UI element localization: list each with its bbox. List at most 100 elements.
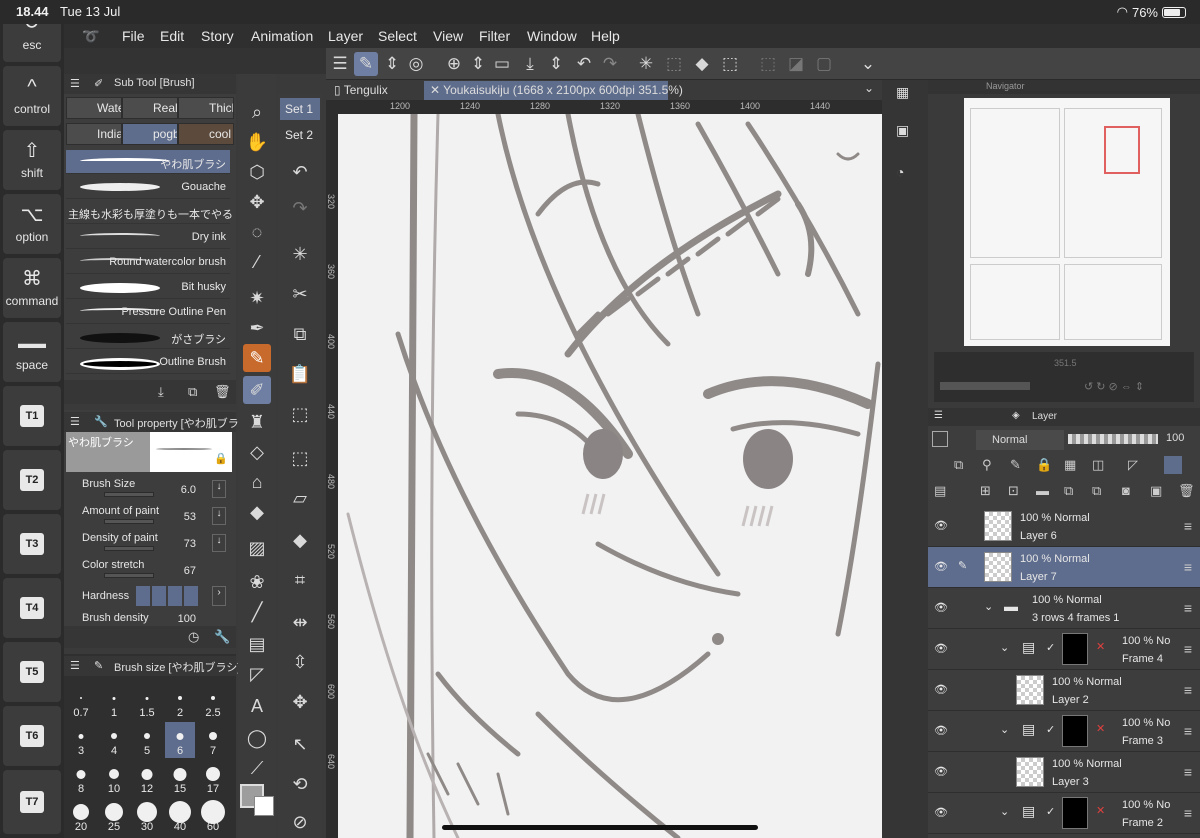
open-folder-icon[interactable]: ▭ <box>490 52 514 76</box>
new-raster-icon[interactable]: ⊞ <box>980 483 991 499</box>
correct-line-icon[interactable]: ⟋ <box>243 754 271 782</box>
panel-toggle-icon[interactable]: ▦ <box>896 84 909 101</box>
new-folder-icon[interactable]: ▬ <box>1036 483 1049 498</box>
layer-row[interactable]: 👁 100 % Normal Layer 6 ≡ <box>928 506 1200 547</box>
selection-border-icon[interactable]: ▢ <box>812 52 836 76</box>
prop-slider[interactable] <box>104 546 154 551</box>
undo-icon[interactable]: ↶ <box>572 52 596 76</box>
amount-of-paint-row[interactable]: Amount of paint 53 ↓ <box>66 503 230 529</box>
download-icon[interactable]: ↓ <box>212 507 226 525</box>
apply-mask-icon[interactable]: ▣ <box>1150 483 1162 499</box>
redo-icon[interactable]: ↷ <box>286 194 314 222</box>
brush-size-option[interactable]: 1 <box>99 684 129 720</box>
eye-icon[interactable]: 👁 <box>934 560 948 574</box>
pencil-icon[interactable]: ✎ <box>243 344 271 372</box>
rotate-icon[interactable]: ⟲ <box>286 770 314 798</box>
prop-slider[interactable] <box>104 492 154 497</box>
t2-key[interactable]: T2 <box>3 450 61 510</box>
menu-window[interactable]: Window <box>527 28 577 44</box>
duplicate-icon[interactable]: ⧉ <box>188 384 197 400</box>
pen-select-icon[interactable]: ✎ <box>354 52 378 76</box>
hamburger-menu-icon[interactable]: ☰ <box>328 52 352 76</box>
text-icon[interactable]: A <box>243 692 271 720</box>
hardness-selector[interactable] <box>136 586 198 606</box>
eye-icon[interactable]: 👁 <box>934 519 948 533</box>
brush-item[interactable]: Bit husky <box>66 275 230 299</box>
opacity-slider[interactable] <box>1068 434 1158 444</box>
transform-icon[interactable]: ⬚ <box>718 52 742 76</box>
chevron-updown-icon[interactable]: ⇕ <box>380 52 404 76</box>
drag-handle-icon[interactable]: ≡ <box>1184 559 1192 575</box>
eye-icon[interactable]: 👁 <box>934 724 948 738</box>
drag-handle-icon[interactable]: ≡ <box>1184 641 1192 657</box>
t7-key[interactable]: T7 <box>3 770 61 834</box>
new-file-icon[interactable]: ⊕ <box>442 52 466 76</box>
tab-youkaisukiju[interactable]: ✕ Youkaisukiju (1668 x 2100px 600dpi 351… <box>424 81 683 100</box>
transfer-down-icon[interactable]: ⧉ <box>1064 483 1073 499</box>
download-icon[interactable]: ↓ <box>212 480 226 498</box>
menu-animation[interactable]: Animation <box>251 28 313 44</box>
fill-icon[interactable]: ◆ <box>243 498 271 526</box>
trash-icon[interactable]: 🗑 <box>214 384 231 400</box>
brush-size-option[interactable]: 7 <box>198 722 228 758</box>
brush-size-option[interactable]: 40 <box>165 798 195 834</box>
prop-value[interactable]: 6.0 <box>181 484 196 496</box>
brush-density-row[interactable]: Brush density 100 <box>66 610 230 626</box>
chevron-down-icon[interactable]: ⌄ <box>1000 805 1009 818</box>
line-icon[interactable]: ╱ <box>243 598 271 626</box>
drag-handle-icon[interactable]: ≡ <box>1184 723 1192 739</box>
chevron-updown-icon-2[interactable]: ⇕ <box>466 52 490 76</box>
drag-handle-icon[interactable]: ≡ <box>1184 600 1192 616</box>
mesh-transform-icon[interactable]: ⌗ <box>286 566 314 594</box>
move-icon[interactable]: ✥ <box>243 188 271 216</box>
prop-value[interactable]: 53 <box>184 511 196 523</box>
home-indicator[interactable] <box>442 825 758 830</box>
brush-item[interactable]: やわ肌ブラシ <box>66 150 230 174</box>
lock-icon[interactable]: 🔒 <box>1036 457 1052 473</box>
lock-icon[interactable]: 🔒 <box>214 452 228 465</box>
eye-icon[interactable]: 👁 <box>934 601 948 615</box>
t3-key[interactable]: T3 <box>3 514 61 574</box>
brush-item[interactable]: がさブラシ <box>66 325 230 349</box>
brush-tab-realis[interactable]: Realis <box>122 97 178 119</box>
save-tray-icon[interactable]: ⤓ <box>518 52 542 76</box>
eraser-icon[interactable]: ◇ <box>243 438 271 466</box>
chevron-down-icon[interactable]: ⌄ <box>984 600 993 613</box>
zoom-slider[interactable] <box>940 382 1030 390</box>
drag-handle-icon[interactable]: ≡ <box>1184 518 1192 534</box>
reset-icon[interactable]: ◷ <box>188 629 199 645</box>
fill-bucket-icon[interactable]: ◆ <box>286 526 314 554</box>
brush-size-option[interactable]: 6 <box>165 722 195 758</box>
brush-tab-pogbi[interactable]: pogbi <box>122 123 178 145</box>
brush-size-option[interactable]: 0.7 <box>66 684 96 720</box>
flip-horizontal-icon[interactable]: ⇹ <box>286 608 314 636</box>
mask-off-icon[interactable]: ✕ <box>1096 804 1105 817</box>
panel-menu-icon[interactable]: ☰ <box>934 410 943 421</box>
blend-icon[interactable]: ⌂ <box>243 468 271 496</box>
brush-item[interactable]: Gouache <box>66 175 230 199</box>
create-mask-icon[interactable]: ◙ <box>1122 483 1130 498</box>
deselect-icon[interactable]: ⬚ <box>756 52 780 76</box>
brush-size-option[interactable]: 17 <box>198 760 228 796</box>
brush-tab-thick[interactable]: Thick <box>178 97 234 119</box>
prop-value[interactable]: 67 <box>184 565 196 577</box>
drawing-canvas[interactable] <box>338 114 882 838</box>
layer-frame-row[interactable]: 👁 ⌄ ▤ ✓ ✕ 100 % No Frame 2 ≡ <box>928 793 1200 834</box>
t1-key[interactable]: T1 <box>3 386 61 446</box>
move-layer-icon[interactable]: ✥ <box>286 688 314 716</box>
eye-icon[interactable]: 👁 <box>934 765 948 779</box>
shift-key[interactable]: ⇧ shift <box>3 130 61 190</box>
copy-icon[interactable]: ⧉ <box>286 320 314 348</box>
fill-bucket-icon[interactable]: ◆ <box>690 52 714 76</box>
brush-item[interactable]: Dry ink <box>66 225 230 249</box>
airbrush-icon[interactable]: ♜ <box>243 408 271 436</box>
brush-size-row[interactable]: Brush Size 6.0 ↓ <box>66 476 230 502</box>
navigator-preview[interactable] <box>964 98 1170 346</box>
brush-size-option[interactable]: 5 <box>132 722 162 758</box>
brush-item[interactable]: Round watercolor brush <box>66 250 230 274</box>
import-icon[interactable]: ⤓ <box>158 384 164 400</box>
chevron-down-icon[interactable]: ⌄ <box>1000 641 1009 654</box>
eye-icon[interactable]: 👁 <box>934 683 948 697</box>
brush-tab-water[interactable]: Water <box>66 97 122 119</box>
menu-view[interactable]: View <box>433 28 463 44</box>
